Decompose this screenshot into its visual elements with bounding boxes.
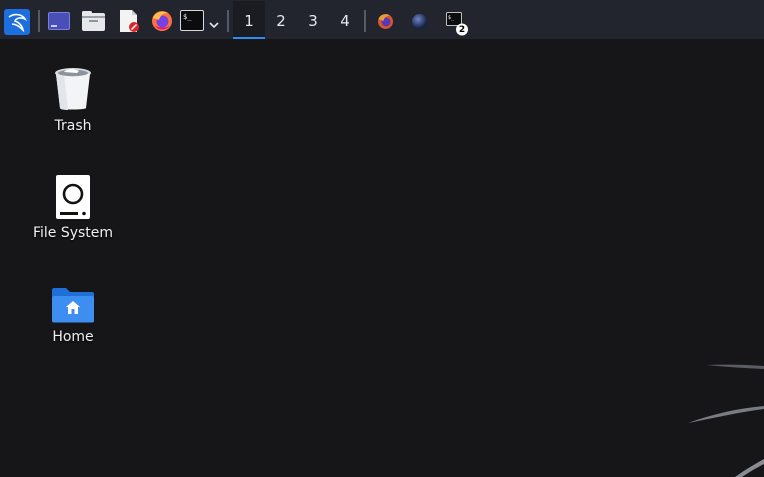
desktop-icon-label: Home bbox=[52, 329, 94, 345]
desktop-icon-label: File System bbox=[32, 225, 114, 241]
desktop-icon-label: Trash bbox=[54, 118, 92, 134]
desktop-icon-file-system[interactable]: File System bbox=[23, 175, 123, 241]
desktop-icon-home[interactable]: Home bbox=[23, 287, 123, 345]
home-folder-icon bbox=[51, 287, 95, 323]
desktop-icon-trash[interactable]: Trash bbox=[23, 66, 123, 134]
drive-icon bbox=[55, 175, 91, 219]
trash-icon bbox=[53, 66, 93, 112]
